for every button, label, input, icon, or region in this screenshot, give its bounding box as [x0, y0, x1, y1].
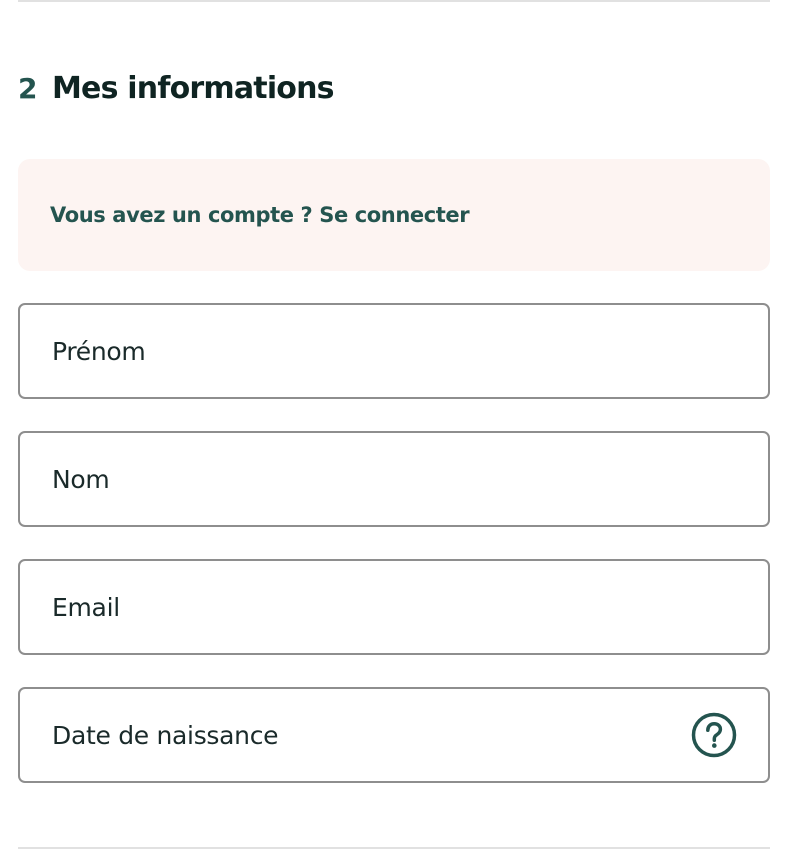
question-circle-icon[interactable]: [691, 712, 737, 758]
login-link[interactable]: Vous avez un compte ? Se connecter: [50, 203, 470, 227]
firstname-input[interactable]: [52, 305, 736, 397]
section-title: Mes informations: [51, 70, 335, 106]
firstname-field[interactable]: [18, 303, 770, 399]
email-input[interactable]: [52, 561, 736, 653]
bottom-divider: [18, 847, 770, 849]
personal-info-section: 2 Mes informations Vous avez un compte ?…: [0, 0, 790, 850]
birthdate-field[interactable]: [18, 687, 770, 783]
lastname-field[interactable]: [18, 431, 770, 527]
login-banner: Vous avez un compte ? Se connecter: [18, 159, 770, 271]
birthdate-input[interactable]: [52, 689, 691, 781]
top-divider: [18, 0, 770, 2]
step-number: 2: [18, 71, 37, 105]
lastname-input[interactable]: [52, 433, 736, 525]
email-field[interactable]: [18, 559, 770, 655]
section-header: 2 Mes informations: [18, 68, 335, 108]
